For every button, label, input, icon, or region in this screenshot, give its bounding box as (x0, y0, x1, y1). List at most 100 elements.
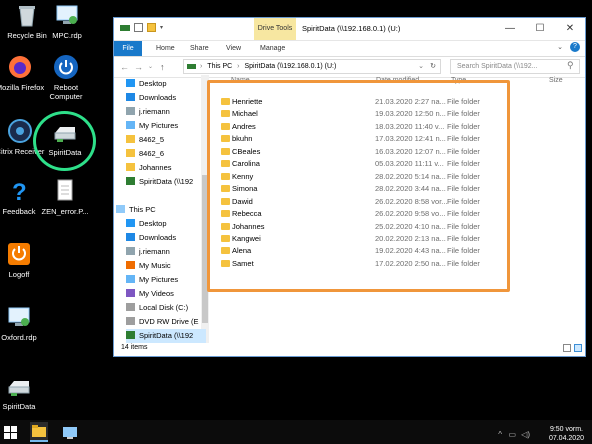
taskbar-file-explorer[interactable] (30, 422, 48, 442)
recycle-bin-icon (14, 2, 40, 28)
logoff-icon (6, 241, 32, 267)
sidebar-item-icon (126, 163, 135, 171)
desktop-icon-label: Oxford.rdp (1, 333, 37, 342)
folder-icon[interactable] (147, 23, 156, 32)
taskbar: ^ ▭ ◁) 9:50 vorm. 07.04.2020 (0, 420, 592, 444)
volume-icon[interactable]: ◁) (521, 430, 530, 439)
sidebar-item-label: My Videos (139, 289, 174, 298)
tray-chevron-icon[interactable]: ^ (498, 430, 502, 439)
breadcrumb-spiritdata[interactable]: SpiritData (\\192.168.0.1) (U:) (244, 63, 336, 70)
firefox-icon (7, 54, 33, 80)
folder-icon (32, 425, 46, 437)
minimize-button[interactable]: — (495, 18, 525, 40)
forward-arrow-icon[interactable]: → (134, 57, 143, 77)
sidebar-item[interactable]: This PC (116, 203, 156, 217)
column-header-size[interactable]: Size (549, 77, 563, 84)
sidebar-item-icon (126, 317, 135, 325)
chevron-down-icon[interactable]: ⌄ (557, 43, 563, 51)
large-icons-view-icon[interactable] (574, 344, 582, 352)
breadcrumb-separator: › (237, 63, 240, 70)
sidebar-item[interactable]: Downloads (126, 231, 176, 245)
taskbar-remote-desktop[interactable] (62, 424, 80, 442)
sidebar-item-label: Johannes (139, 163, 172, 172)
desktop-icon-oxford-rdp[interactable]: Oxford.rdp (0, 304, 46, 342)
search-icon: ⚲ (567, 60, 574, 70)
sidebar-item-label: My Music (139, 261, 171, 270)
tab-file[interactable]: File (114, 41, 142, 56)
sidebar-item-icon (126, 93, 135, 101)
network-icon[interactable]: ▭ (508, 430, 516, 439)
address-dropdown-chevron-icon[interactable]: ⌄ (418, 60, 424, 73)
network-drive-icon (6, 373, 32, 399)
sidebar-item[interactable]: 8462_6 (126, 147, 164, 161)
back-arrow-icon[interactable]: ← (120, 57, 129, 77)
help-icon[interactable]: ? (570, 42, 580, 52)
sidebar-item-label: j.riemann (139, 107, 170, 116)
breadcrumb-this-pc[interactable]: This PC (207, 63, 232, 70)
ribbon-tabs: File Home Share View Manage ⌄ ? (114, 41, 585, 57)
highlight-box (207, 80, 510, 292)
remote-desktop-icon (63, 427, 77, 439)
sidebar-item[interactable]: Downloads📌 (126, 91, 209, 105)
desktop-icon-zen-error[interactable]: ZEN_error.P... (38, 178, 92, 216)
sidebar-item[interactable]: My Pictures📌 (126, 119, 209, 133)
windows-logo-icon (4, 426, 17, 439)
sidebar-item[interactable]: My Music (126, 259, 171, 273)
sidebar-item[interactable]: Desktop (126, 217, 167, 231)
sidebar-item-label: 8462_5 (139, 135, 165, 144)
up-arrow-icon[interactable]: ↑ (160, 57, 165, 77)
sidebar-item-label: DVD RW Drive (E (139, 317, 199, 326)
sidebar-item-icon (126, 275, 135, 283)
sidebar-item-icon (126, 289, 135, 297)
sidebar-item-label: Desktop (139, 79, 167, 88)
recent-locations-chevron-icon[interactable]: ⌄ (148, 57, 153, 77)
refresh-icon[interactable]: ↻ (430, 60, 436, 73)
taskbar-clock[interactable]: 9:50 vorm. 07.04.2020 (549, 425, 584, 443)
sidebar-item[interactable]: j.riemann📌 (126, 105, 209, 119)
sidebar-item-label: My Pictures (139, 121, 179, 130)
desktop-icon-spiritdata[interactable]: SpiritData (0, 373, 46, 411)
sidebar-item[interactable]: DVD RW Drive (E (126, 315, 198, 329)
breadcrumb-separator: › (200, 63, 203, 70)
address-path[interactable]: › This PC › SpiritData (\\192.168.0.1) (… (183, 59, 441, 74)
desktop-icon-logoff[interactable]: Logoff (0, 241, 46, 279)
tab-view[interactable]: View (226, 41, 241, 56)
tab-manage[interactable]: Manage (260, 41, 285, 56)
sidebar-item[interactable]: My Videos (126, 287, 174, 301)
desktop-icon-label: Logoff (8, 270, 30, 279)
desktop-icon-mpc-rdp[interactable]: MPC.rdp (40, 2, 94, 40)
sidebar-item[interactable]: My Pictures (126, 273, 178, 287)
close-button[interactable]: ✕ (555, 18, 585, 40)
title-bar: ▾ Drive Tools SpiritData (\\192.168.0.1)… (114, 18, 585, 41)
tab-home[interactable]: Home (156, 41, 175, 56)
sidebar-item-label: Desktop (139, 219, 167, 228)
tab-share[interactable]: Share (190, 41, 209, 56)
sidebar-item[interactable]: j.riemann (126, 245, 170, 259)
sidebar-item-icon (126, 233, 135, 241)
sidebar-item[interactable]: SpiritData (\\192 (126, 175, 193, 189)
search-input[interactable]: Search SpiritData (\\192... (450, 59, 580, 74)
citrix-icon (7, 118, 33, 144)
sidebar-item-label: This PC (129, 205, 156, 214)
checkbox-icon[interactable] (134, 23, 143, 32)
item-count: 14 items (121, 344, 148, 351)
maximize-button[interactable]: ☐ (525, 18, 555, 40)
desktop-icon-reboot-computer[interactable]: Reboot Computer (39, 54, 93, 101)
sidebar-item[interactable]: 8462_5 (126, 133, 164, 147)
sidebar-item[interactable]: Desktop📌 (126, 77, 209, 91)
chevron-down-icon[interactable]: ▾ (160, 24, 163, 31)
sidebar-item-label: My Pictures (139, 275, 179, 284)
sidebar-item-label: j.riemann (139, 247, 170, 256)
sidebar-item-icon (126, 247, 135, 255)
sidebar-item[interactable]: Local Disk (C:) (126, 301, 188, 315)
document-icon (52, 178, 78, 204)
navigation-pane[interactable]: Desktop📌Downloads📌j.riemann📌My Pictures📌… (114, 75, 209, 343)
status-bar: 14 items (114, 340, 585, 356)
start-button[interactable] (4, 424, 18, 442)
clock-date: 07.04.2020 (548, 435, 584, 442)
quick-access-toolbar: ▾ (120, 23, 163, 32)
sidebar-item-label: 8462_6 (139, 149, 165, 158)
sidebar-item[interactable]: Johannes (126, 161, 172, 175)
details-view-icon[interactable] (563, 344, 571, 352)
drive-tools-context-tab: Drive Tools (254, 18, 296, 40)
